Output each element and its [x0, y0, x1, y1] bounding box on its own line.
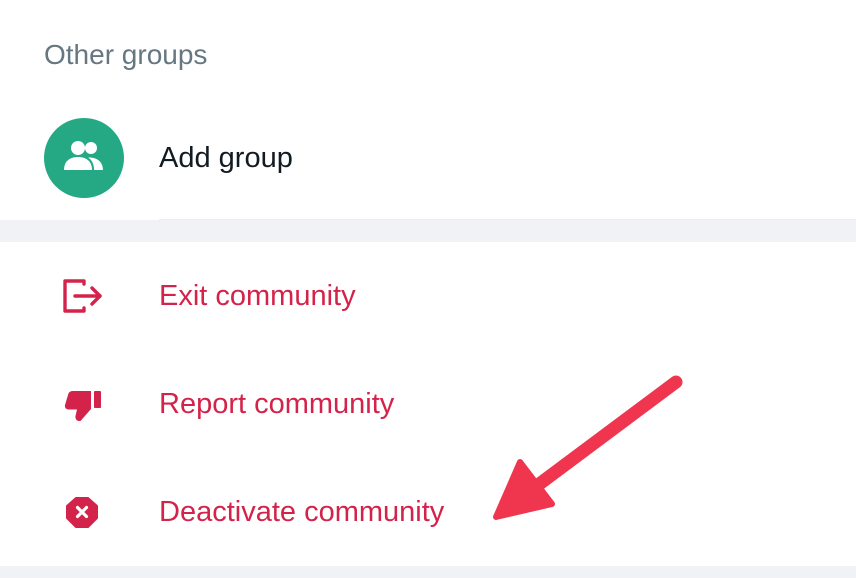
exit-community-button[interactable]: Exit community — [0, 242, 856, 350]
report-community-label: Report community — [159, 388, 395, 420]
other-groups-section: Other groups Add group — [0, 0, 856, 220]
add-group-avatar — [44, 118, 124, 198]
add-group-button[interactable]: Add group — [0, 112, 856, 204]
exit-icon — [63, 279, 102, 313]
section-gap — [0, 220, 856, 242]
section-title: Other groups — [44, 39, 208, 70]
report-community-button[interactable]: Report community — [0, 350, 856, 458]
add-group-label: Add group — [159, 142, 293, 174]
community-actions-section: Exit community Report community Deactiva… — [0, 242, 856, 566]
exit-community-label: Exit community — [159, 280, 356, 312]
octagon-x-icon — [66, 497, 98, 528]
thumbs-down-icon — [64, 391, 101, 421]
group-icon — [64, 141, 103, 170]
deactivate-community-button[interactable]: Deactivate community — [0, 458, 856, 566]
deactivate-community-label: Deactivate community — [159, 496, 445, 528]
